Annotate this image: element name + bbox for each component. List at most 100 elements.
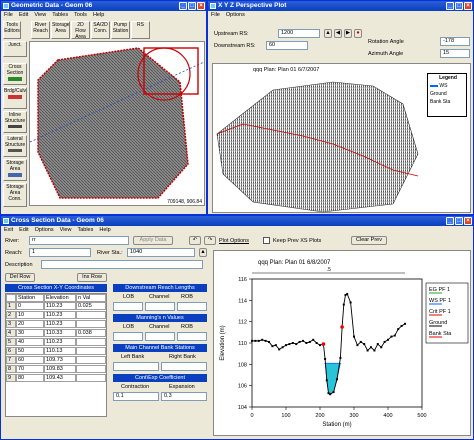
mannings-channel-field[interactable] — [145, 332, 175, 341]
table-cell[interactable]: 30 — [16, 329, 44, 337]
river-sta-up-button[interactable]: ▲ — [199, 248, 207, 257]
menu-help[interactable]: Help — [99, 226, 110, 234]
table-cell[interactable]: 0.025 — [76, 302, 106, 310]
table-cell[interactable]: 40 — [16, 338, 44, 346]
table-cell[interactable]: 109.83 — [44, 365, 76, 373]
menu-tools[interactable]: Tools — [74, 11, 87, 19]
minimize-button[interactable]: _ — [446, 217, 454, 225]
storage-area-data-tool[interactable]: Storage Area — [3, 159, 27, 181]
table-cell[interactable]: 60 — [16, 356, 44, 364]
sa-2d-conn-tool[interactable]: SA/2D Conn. — [91, 21, 110, 39]
reach-lob-field[interactable] — [113, 302, 143, 311]
table-cell[interactable]: 110.23 — [44, 320, 76, 328]
storage-area-tool[interactable]: Storage Area — [51, 21, 70, 39]
upstream-rs-select[interactable]: 1200 — [278, 29, 320, 38]
table-cell[interactable]: 109.73 — [44, 356, 76, 364]
reach-select[interactable]: 1 — [29, 248, 91, 257]
table-cell[interactable] — [76, 374, 106, 382]
menu-exit[interactable]: Exit — [4, 226, 13, 234]
undo-button[interactable]: ↶ — [189, 236, 201, 245]
maximize-button[interactable]: □ — [455, 217, 463, 225]
keep-prev-checkbox[interactable] — [263, 237, 270, 244]
menu-options[interactable]: Options — [226, 11, 245, 19]
table-cell[interactable]: 110.23 — [44, 338, 76, 346]
record-button[interactable]: ● — [354, 29, 362, 38]
expansion-field[interactable]: 0.3 — [161, 392, 207, 401]
ground-point — [390, 335, 393, 338]
table-cell[interactable] — [76, 356, 106, 364]
table-cell[interactable] — [76, 338, 106, 346]
cross-section-tool[interactable]: Cross Section — [3, 63, 27, 85]
table-cell[interactable]: 109.43 — [44, 374, 76, 382]
table-cell[interactable]: 110.13 — [44, 347, 76, 355]
rs-tool[interactable]: RS — [131, 21, 150, 39]
tools-editors-button[interactable]: Tools Editors — [3, 21, 21, 39]
close-button[interactable]: × — [197, 2, 205, 10]
reach-channel-field[interactable] — [145, 302, 175, 311]
reach-rob-field[interactable] — [177, 302, 207, 311]
river-sta-select[interactable]: 1040 — [127, 248, 195, 257]
close-button[interactable]: × — [464, 2, 472, 10]
table-cell[interactable] — [76, 311, 106, 319]
bridge-culvert-tool[interactable]: Brdg/Culv — [3, 87, 27, 109]
contraction-field[interactable]: 0.1 — [113, 392, 159, 401]
mannings-lob-field[interactable] — [113, 332, 143, 341]
pump-station-tool[interactable]: Pump Station — [111, 21, 130, 39]
menu-options[interactable]: Options — [35, 226, 54, 234]
minimize-button[interactable]: _ — [179, 2, 187, 10]
table-cell[interactable]: 80 — [16, 374, 44, 382]
menu-file[interactable]: File — [4, 11, 13, 19]
maximize-button[interactable]: □ — [188, 2, 196, 10]
menu-tables[interactable]: Tables — [77, 226, 93, 234]
close-button[interactable]: × — [464, 217, 472, 225]
menu-file[interactable]: File — [211, 11, 220, 19]
menu-edit[interactable]: Edit — [19, 11, 28, 19]
junction-tool[interactable]: Junct. — [3, 41, 27, 57]
plot-options-link[interactable]: Plot Options — [219, 238, 249, 244]
right-bank-field[interactable] — [161, 362, 207, 371]
description-field[interactable] — [41, 260, 203, 269]
river-reach-tool[interactable]: River Reach — [31, 21, 50, 39]
rotation-angle-field[interactable]: -178 — [440, 37, 470, 46]
table-cell[interactable]: 110.23 — [44, 311, 76, 319]
table-cell[interactable]: 0 — [16, 302, 44, 310]
menu-view[interactable]: View — [60, 226, 72, 234]
menu-edit[interactable]: Edit — [19, 226, 28, 234]
play-back-button[interactable]: ◀ — [334, 29, 342, 38]
2d-flow-area-tool[interactable]: 2D Flow Area — [71, 21, 90, 39]
ground-point — [274, 344, 277, 347]
minimize-button[interactable]: _ — [446, 2, 454, 10]
table-cell[interactable]: 20 — [16, 320, 44, 328]
step-back-button[interactable]: ▲ — [324, 29, 332, 38]
table-cell[interactable]: 50 — [16, 347, 44, 355]
table-cell[interactable]: 110.23 — [44, 302, 76, 310]
geometry-map-canvas[interactable]: 709148, 906.84 — [29, 41, 205, 206]
azimuth-angle-field[interactable]: 15 — [440, 49, 470, 58]
inline-structure-tool[interactable]: Inline Structure — [3, 111, 27, 133]
redo-button[interactable]: ↷ — [204, 236, 216, 245]
left-bank-field[interactable] — [113, 362, 159, 371]
storage-area-conn-tool[interactable]: Storage Area Conn. — [3, 183, 27, 207]
table-cell[interactable]: 0.038 — [76, 329, 106, 337]
menu-view[interactable]: View — [34, 11, 46, 19]
table-cell[interactable]: 10 — [16, 311, 44, 319]
play-forward-button[interactable]: ▶ — [344, 29, 352, 38]
downstream-rs-select[interactable]: 60 — [266, 41, 308, 50]
river-select[interactable]: rr — [29, 236, 129, 245]
table-cell[interactable] — [76, 320, 106, 328]
menu-help[interactable]: Help — [93, 11, 104, 19]
ground-point — [285, 344, 287, 347]
del-row-button[interactable]: Del Row — [5, 273, 35, 282]
lateral-structure-tool[interactable]: Lateral Structure — [3, 135, 27, 157]
menu-tables[interactable]: Tables — [52, 11, 68, 19]
ground-point — [281, 346, 284, 349]
maximize-button[interactable]: □ — [455, 2, 463, 10]
table-cell[interactable]: 110.33 — [44, 329, 76, 337]
table-cell[interactable] — [76, 347, 106, 355]
ins-row-button[interactable]: Ins Row — [77, 273, 107, 282]
table-cell[interactable]: 70 — [16, 365, 44, 373]
apply-data-button[interactable]: Apply Data — [133, 236, 173, 245]
clear-prev-button[interactable]: Clear Prev — [351, 236, 387, 245]
mannings-rob-field[interactable] — [177, 332, 207, 341]
table-cell[interactable] — [76, 365, 106, 373]
